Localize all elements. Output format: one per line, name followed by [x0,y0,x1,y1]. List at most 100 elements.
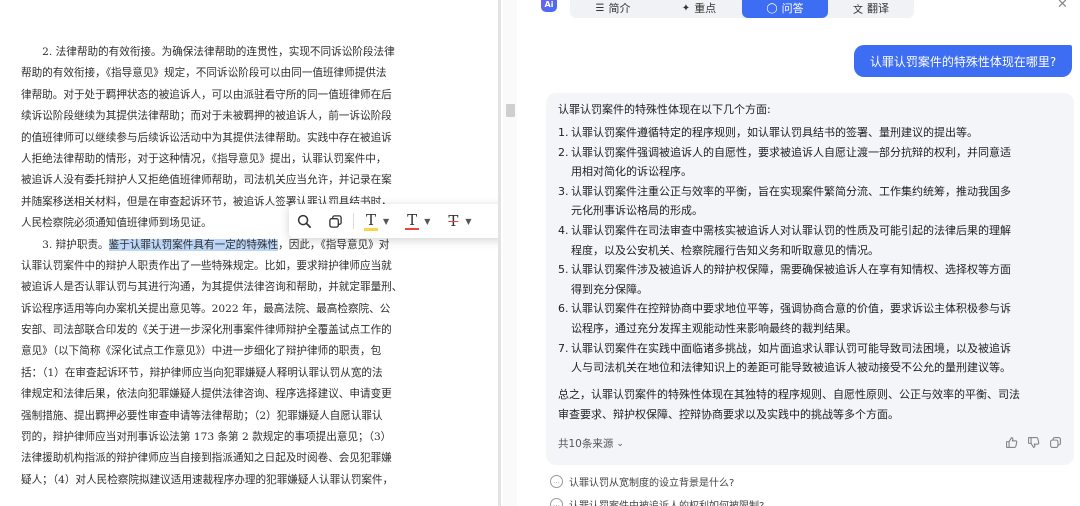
text-line: 被追诉人是否认罪认罚与其进行沟通，为其提供法律咨询和帮助，并就定罪量刑、 [21,281,403,294]
text-line: 强制措施、提出羁押必要性审查申请等法律帮助；（2）犯罪嫌疑人自愿认罪认 [21,409,383,422]
sparkle-icon: ✦ [681,2,691,14]
text-line: 括：（1）在审查起诉环节，辩护律师应当向犯罪嫌疑人释明认罪认罚从宽的法 [21,366,383,379]
summary-line: 审查要求、辩护权保障、控辩协商要求以及实践中的挑战等多个方面。 [558,408,899,421]
chat-bubble-icon: … [550,474,563,488]
ai-answer-card: 认罪认罚案件的特殊性体现在以下几个方面: 1. 认罪认罚案件遵循特定的程序规则，如… [546,93,1074,465]
text-line: 认罪认罚案件中的辩护人职责作出了一些特殊规定。比如，要求辩护律师应当就 [21,259,392,272]
suggested-question[interactable]: … 认罪认罚案件中被追诉人的权利如何被限制? [550,495,764,506]
text-line: 被追诉人没有委托辩护人又拒绝值班律师帮助，司法机关应当允许，并记录在案 [21,174,392,187]
text-line: 意见》（以下简称《深化试点工作意见》）中进一步细化了辩护律师的职责，包 [21,345,382,358]
sources-toggle[interactable]: 共10条来源 ⌄ [558,436,624,451]
answer-summary: 总之，认罪认罚案件的特殊性体现在其独特的程序规则、自愿性原则、公正与效率的平衡、… [558,385,1063,425]
selection-toolbar: T ▼ T ▼ T ▼ [289,204,498,238]
tab-translate[interactable]: 文 翻译 [828,0,914,18]
item-line: 认罪认罚案件在司法审查中需核实被追诉人对认罪认罚的性质及可能引起的法律后果的理解 [571,223,1011,237]
chevron-down-icon[interactable]: ▼ [465,217,471,226]
ai-assistant-panel: Ai ☰ 简介 ✦ 重点 ◯ 问答 文 翻译 ✕ 认罪认罚案件的特殊性体现在哪里… [518,0,1080,506]
suggested-question[interactable]: … 认罪认罚从宽制度的设立背景是什么? [550,472,734,490]
item-line: 得到充分保障。 [571,282,648,296]
ai-tab-bar: ☰ 简介 ✦ 重点 ◯ 问答 文 翻译 [570,0,914,18]
item-number: 3. [558,184,569,198]
suggestion-text: 认罪认罚案件中被追诉人的权利如何被限制? [569,500,765,506]
scrollbar-track[interactable] [503,0,517,506]
underline-text-icon: T [405,211,420,230]
selected-text[interactable]: 鉴于认罪认罚案件具有一定的特殊性 [108,238,279,251]
toolbar-divider [353,213,354,229]
strikethrough-text-icon: T [448,212,459,230]
copy-icon[interactable] [328,208,343,234]
chevron-down-icon[interactable]: ▼ [424,217,430,226]
tab-label: 简介 [608,2,631,15]
item-line: 讼程序，通过充分发挥主观能动性来影响最终的裁判结果。 [571,321,857,335]
document-viewer[interactable]: 2. 法律帮助的有效衔接。为确保法律帮助的连贯性，实现不同诉讼阶段法律 帮助的有… [0,0,498,506]
item-number: 5. [558,263,569,277]
summary-icon: ☰ [595,2,605,14]
list-item: 1. 认罪认罚案件遵循特定的程序规则，如认罪认罚具结书的签署、量刑建议的提出等。 [558,123,1063,143]
item-line: 人与司法机关在地位和法律知识上的差距可能导致被追诉人被动接受不公允的量刑建议等。 [571,361,1011,375]
text-line: 诉讼程序适用等向办案机关提出意见等。2022 年，最高法院、最高检察院、公 [21,302,391,315]
item-line: 认罪认罚案件涉及被追诉人的辩护权保障，需要确保被追诉人在享有知情权、选择权等方面 [571,263,1011,277]
item-number: 7. [558,341,569,355]
list-item: 5. 认罪认罚案件涉及被追诉人的辩护权保障，需要确保被追诉人在享有知情权、选择权等… [558,260,1063,299]
list-item: 4. 认罪认罚案件在司法审查中需核实被追诉人对认罪认罚的性质及可能引起的法律后果的… [558,221,1063,260]
item-line: 用相对简化的诉讼程序。 [571,165,692,179]
list-item: 2. 认罪认罚案件强调被追诉人的自愿性，要求被追诉人自愿让渡一部分抗辩的权利，并同… [558,143,1063,182]
highlight-text-button[interactable]: T ▼ [364,208,389,234]
text-segment: 3. 辩护职责。 [21,238,109,251]
item-line: 程度，以及公安机关、检察院履行告知义务和听取意见的情况。 [571,243,879,257]
tab-key-points[interactable]: ✦ 重点 [656,0,742,18]
chevron-down-icon[interactable]: ▼ [383,217,389,226]
chat-bubble-icon: … [550,497,563,506]
scrollbar-thumb[interactable] [506,104,515,117]
ai-header: Ai ☰ 简介 ✦ 重点 ◯ 问答 文 翻译 ✕ [518,0,1080,18]
answer-list: 1. 认罪认罚案件遵循特定的程序规则，如认罪认罚具结书的签署、量刑建议的提出等。 … [558,123,1063,378]
summary-line: 总之，认罪认罚案件的特殊性体现在其独特的程序规则、自愿性原则、公正与效率的平衡、… [558,388,1020,401]
text-line: 帮助的有效衔接，《指导意见》规定，不同诉讼阶段可以由同一值班律师提供法 [21,67,387,80]
search-icon[interactable] [297,208,312,234]
text-line: 安部、司法部联合印发的《关于进一步深化刑事案件律师辩护全覆盖试点工作的 [21,324,392,337]
chat-icon: ◯ [766,2,778,14]
text-line: 2. 法律帮助的有效衔接。为确保法律帮助的连贯性，实现不同诉讼阶段法律 [21,46,395,58]
tab-summary[interactable]: ☰ 简介 [570,0,656,18]
suggestion-text: 认罪认罚从宽制度的设立背景是什么? [569,477,735,489]
user-message: 认罪认罚案件的特殊性体现在哪里? [854,45,1072,77]
underline-text-button[interactable]: T ▼ [405,208,430,234]
text-line: 律规定和法律后果，依法向犯罪嫌疑人提供法律咨询、程序选择建议、申请变更 [21,388,392,401]
tab-qa[interactable]: ◯ 问答 [742,0,828,18]
item-line: 元化刑事诉讼格局的形成。 [571,204,703,218]
text-line: 续诉讼阶段继续为其提供法律帮助；而对于未被羁押的被追诉人，前一诉讼阶段 [21,110,392,123]
item-number: 1. [558,126,569,139]
strikethrough-text-button[interactable]: T ▼ [446,208,471,234]
tab-label: 重点 [694,2,717,15]
close-icon[interactable]: ✕ [1057,0,1068,12]
item-number: 6. [558,302,569,316]
answer-intro: 认罪认罚案件的特殊性体现在以下几个方面: [558,103,771,116]
tab-label: 问答 [781,2,804,15]
translate-icon: 文 [853,4,863,16]
text-segment: ，因此，《指导意见》对 [278,238,390,251]
item-line: 认罪认罚案件注重公正与效率的平衡，旨在实现案件繁简分流、工作集约统筹，推动我国多 [571,184,1011,198]
pane-splitter[interactable] [498,0,501,506]
list-item: 6. 认罪认罚案件在控辩协商中要求地位平等，强调协商合意的价值，要求诉讼主体积极参… [558,299,1063,338]
item-line: 认罪认罚案件遵循特定的程序规则，如认罪认罚具结书的签署、量刑建议的提出等。 [571,126,978,139]
text-line: 疑人；（4）对人民检察院拟建议适用速裁程序办理的犯罪嫌疑人认罪认罚案件， [21,473,394,486]
highlight-text-icon: T [364,210,379,231]
item-line: 认罪认罚案件在控辩协商中要求地位平等，强调协商合意的价值，要求诉讼主体积极参与诉 [571,302,1011,316]
thumbs-up-icon[interactable] [1005,434,1018,453]
text-line: 律帮助。对于处于羁押状态的被追诉人，可以由派驻看守所的同一值班律师在后 [21,88,392,101]
item-number: 4. [558,223,569,237]
item-line: 认罪认罚案件在实践中面临诸多挑战，如片面追求认罪认罚可能导致司法困境，以及被追诉 [571,341,1011,355]
thumbs-down-icon[interactable] [1027,434,1040,453]
ai-logo: Ai [541,0,557,12]
list-item: 3. 认罪认罚案件注重公正与效率的平衡，旨在实现案件繁简分流、工作集约统筹，推动我… [558,182,1063,221]
text-line: 人拒绝法律帮助的情形，对于这种情况，《指导意见》提出，认罪认罚案件中， [21,152,387,165]
answer-actions [1005,434,1062,453]
item-number: 2. [558,145,569,159]
document-body[interactable]: 2. 法律帮助的有效衔接。为确保法律帮助的连贯性，实现不同诉讼阶段法律 帮助的有… [21,42,421,491]
text-line: 法律援助机构指派的辩护律师应当自接到指派通知之日起及时阅卷、会见犯罪嫌 [21,452,392,465]
tab-label: 翻译 [867,2,889,15]
text-line: 罚的，辩护律师应当对刑事诉讼法第 173 条第 2 款规定的事项提出意见；（3） [21,431,392,444]
paragraph-defense-duty: 3. 辩护职责。鉴于认罪认罚案件具有一定的特殊性，因此，《指导意见》对 认罪认罚… [21,235,421,492]
copy-icon[interactable] [1049,434,1062,453]
chevron-down-icon: ⌄ [616,438,624,449]
